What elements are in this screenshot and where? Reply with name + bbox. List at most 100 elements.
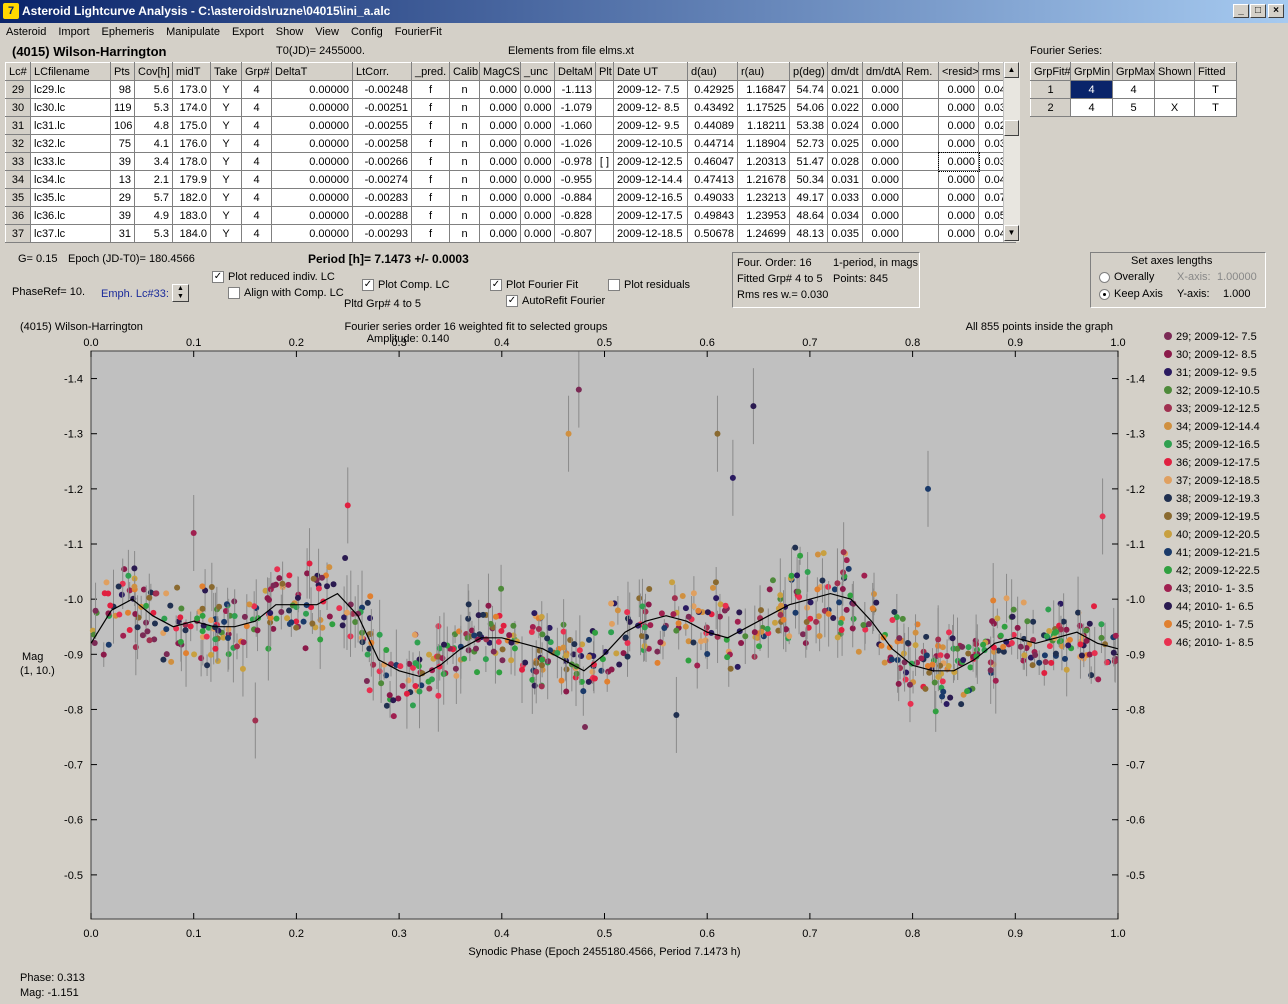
table-cell[interactable]: X [1154, 98, 1195, 117]
table-cell[interactable]: lc29.lc [30, 80, 111, 99]
table-cell[interactable]: -0.00255 [352, 116, 412, 135]
table-cell[interactable]: n [449, 170, 480, 189]
table-cell[interactable]: 1.18904 [737, 134, 790, 153]
table-cell[interactable]: 1.20313 [737, 152, 790, 171]
autorefit-checkbox[interactable]: ✓ AutoRefit Fourier [506, 295, 605, 308]
table-cell[interactable]: 0.000 [938, 224, 979, 243]
table-cell[interactable]: Y [210, 188, 242, 207]
table-cell[interactable]: 0.00000 [271, 152, 353, 171]
table-cell[interactable]: lc31.lc [30, 116, 111, 135]
table-row[interactable]: 30 lc30.lc 119 5.3 174.0 Y 4 0.00000 -0.00251 f n 0… [5, 98, 1016, 117]
table-cell[interactable]: -1.113 [554, 80, 596, 99]
table-cell[interactable]: 4 [241, 224, 272, 243]
table-cell[interactable]: 0.024 [827, 116, 863, 135]
table-cell[interactable]: 0.000 [520, 80, 555, 99]
table-cell[interactable] [595, 206, 614, 225]
table-cell[interactable]: 0.000 [520, 152, 555, 171]
table-cell[interactable]: n [449, 116, 480, 135]
table-cell[interactable]: n [449, 188, 480, 207]
table-cell[interactable]: f [411, 170, 450, 189]
table-cell[interactable]: 119 [110, 98, 135, 117]
table-cell[interactable]: -0.00283 [352, 188, 412, 207]
table-cell[interactable]: [ ] [595, 152, 614, 171]
table-cell[interactable] [902, 152, 939, 171]
table-cell[interactable]: 0.000 [862, 188, 903, 207]
table-cell[interactable] [595, 98, 614, 117]
minimize-button[interactable]: _ [1233, 4, 1249, 18]
keep-axis-radio[interactable]: Keep Axis [1099, 288, 1163, 300]
table-cell[interactable]: Y [210, 134, 242, 153]
lc-col-header[interactable]: _pred. [411, 62, 450, 81]
table-cell[interactable]: 2009-12-16.5 [613, 188, 688, 207]
table-cell[interactable]: 0.000 [862, 152, 903, 171]
table-row[interactable]: 245XT [1030, 98, 1237, 117]
table-cell[interactable]: 1 [1030, 80, 1071, 99]
table-cell[interactable]: 39 [110, 152, 135, 171]
table-cell[interactable]: -0.828 [554, 206, 596, 225]
table-cell[interactable]: 0.000 [862, 206, 903, 225]
table-cell[interactable]: 36 [5, 206, 31, 225]
table-cell[interactable]: 1.23213 [737, 188, 790, 207]
table-cell[interactable] [902, 116, 939, 135]
table-cell[interactable]: T [1194, 80, 1237, 99]
lc-col-header[interactable]: DeltaT [271, 62, 353, 81]
table-cell[interactable]: 53.38 [789, 116, 828, 135]
table-cell[interactable]: lc32.lc [30, 134, 111, 153]
chart-area[interactable]: 0.0 0.0 0.1 0.1 0.2 0.2 0.3 0.3 0.4 0.4 0.5 0.5 0.6 0… [18, 314, 1282, 964]
table-cell[interactable]: 54.74 [789, 80, 828, 99]
table-cell[interactable]: 2009-12-18.5 [613, 224, 688, 243]
table-cell[interactable]: lc33.lc [30, 152, 111, 171]
table-cell[interactable]: 0.033 [827, 188, 863, 207]
table-cell[interactable]: 4.1 [134, 134, 173, 153]
table-cell[interactable]: 179.9 [172, 170, 211, 189]
table-cell[interactable]: 0.000 [862, 134, 903, 153]
table-cell[interactable]: 1.16847 [737, 80, 790, 99]
table-cell[interactable]: 3.4 [134, 152, 173, 171]
table-row[interactable]: 31 lc31.lc 106 4.8 175.0 Y 4 0.00000 -0.00255 f n 0… [5, 116, 1016, 135]
maximize-button[interactable]: □ [1250, 4, 1266, 18]
table-cell[interactable]: Y [210, 80, 242, 99]
table-cell[interactable]: 175.0 [172, 116, 211, 135]
table-cell[interactable] [595, 80, 614, 99]
table-cell[interactable]: 0.00000 [271, 134, 353, 153]
table-cell[interactable]: lc37.lc [30, 224, 111, 243]
table-row[interactable]: 29 lc29.lc 98 5.6 173.0 Y 4 0.00000 -0.00248 f n 0.… [5, 80, 1016, 99]
table-cell[interactable]: 4 [241, 134, 272, 153]
table-cell[interactable]: -0.00258 [352, 134, 412, 153]
fourier-table[interactable]: GrpFit# GrpMin GrpMax Shown Fitted 144T245XT [1030, 62, 1237, 117]
table-cell[interactable]: 173.0 [172, 80, 211, 99]
plot-reduced-checkbox[interactable]: ✓ Plot reduced indiv. LC [212, 271, 335, 284]
table-cell[interactable]: lc34.lc [30, 170, 111, 189]
table-cell[interactable]: 0.000 [862, 224, 903, 243]
table-cell[interactable]: Y [210, 170, 242, 189]
menu-manipulate[interactable]: Manipulate [160, 23, 226, 38]
table-cell[interactable]: 0.000 [862, 116, 903, 135]
lc-col-header[interactable]: Cov[h] [134, 62, 173, 81]
table-cell[interactable]: n [449, 206, 480, 225]
table-cell[interactable]: 0.000 [520, 224, 555, 243]
table-row[interactable]: 33 lc33.lc 39 3.4 178.0 Y 4 0.00000 -0.00266 f n 0.… [5, 151, 1016, 172]
plot-residuals-checkbox[interactable]: Plot residuals [608, 279, 690, 292]
table-row[interactable]: 36 lc36.lc 39 4.9 183.0 Y 4 0.00000 -0.00288 f n 0.… [5, 206, 1016, 225]
table-cell[interactable]: 31 [5, 116, 31, 135]
table-cell[interactable]: 4 [241, 206, 272, 225]
table-cell[interactable]: 13 [110, 170, 135, 189]
lc-col-header[interactable]: dm/dt [827, 62, 863, 81]
table-cell[interactable]: 0.00000 [271, 80, 353, 99]
table-cell[interactable] [595, 224, 614, 243]
table-cell[interactable]: f [411, 134, 450, 153]
table-cell[interactable]: 0.000 [479, 116, 521, 135]
table-cell[interactable]: f [411, 206, 450, 225]
yaxis-value[interactable]: 1.000 [1223, 288, 1251, 300]
lc-col-header[interactable]: Take [210, 62, 242, 81]
table-cell[interactable]: 0.000 [862, 98, 903, 117]
table-cell[interactable]: 0.43492 [687, 98, 738, 117]
lc-col-header[interactable]: Rem. [902, 62, 939, 81]
table-cell[interactable]: 50.34 [789, 170, 828, 189]
table-cell[interactable]: lc35.lc [30, 188, 111, 207]
table-cell[interactable] [595, 134, 614, 153]
menu-asteroid[interactable]: Asteroid [0, 23, 52, 38]
align-comp-checkbox[interactable]: Align with Comp. LC [228, 287, 344, 300]
table-cell[interactable]: 0.035 [827, 224, 863, 243]
table-cell[interactable]: 4.8 [134, 116, 173, 135]
